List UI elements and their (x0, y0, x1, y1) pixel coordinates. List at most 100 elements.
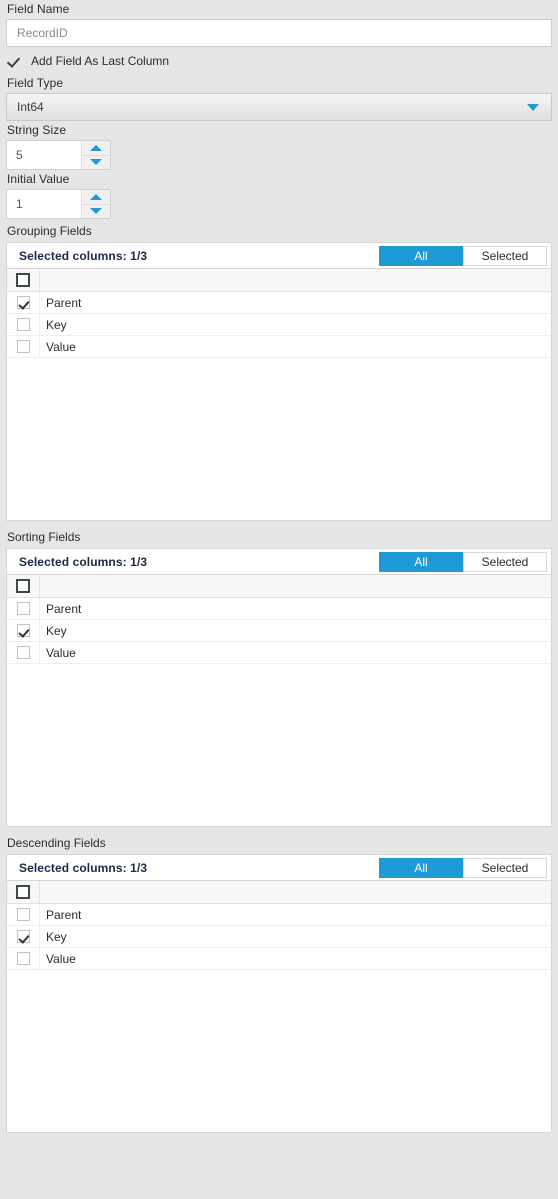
select-all-checkbox[interactable] (7, 881, 40, 903)
triangle-down-icon (90, 159, 102, 166)
string-size-increment-button[interactable] (82, 141, 110, 155)
row-checkbox[interactable] (7, 292, 40, 313)
table-row[interactable]: Value (7, 642, 551, 664)
column-list: Parent Key Value (6, 574, 552, 827)
initial-value-label: Initial Value (7, 172, 70, 186)
field-name-input[interactable]: RecordID (6, 19, 552, 47)
table-row[interactable]: Value (7, 948, 551, 970)
row-checkbox[interactable] (7, 620, 40, 641)
selected-columns-summary: Selected columns: 1/3 (19, 554, 148, 569)
selected-columns-bar: Selected columns: 1/3 All Selected (6, 242, 552, 268)
column-list-header (7, 881, 551, 904)
table-row[interactable]: Key (7, 620, 551, 642)
row-label: Value (46, 339, 76, 354)
add-field-as-last-column-checkbox[interactable]: Add Field As Last Column (7, 51, 552, 71)
checkbox-icon (16, 646, 30, 659)
initial-value-value: 1 (16, 197, 23, 211)
checkmark-icon (16, 930, 30, 943)
initial-value-increment-button[interactable] (82, 190, 110, 204)
section-sorting-fields: Sorting Fields Selected columns: 1/3 All Se… (6, 527, 552, 827)
section-title: Sorting Fields (7, 530, 81, 544)
section-descending-fields: Descending Fields Selected columns: 1/3 Al… (6, 833, 552, 1133)
checkbox-icon (16, 318, 30, 331)
table-row[interactable]: Value (7, 336, 551, 358)
row-label: Key (46, 317, 67, 332)
filter-toggle-group: All Selected (379, 551, 547, 572)
column-list-header (7, 575, 551, 598)
field-type-value: Int64 (17, 100, 44, 114)
row-label: Value (46, 645, 76, 660)
filter-all-button[interactable]: All (379, 857, 463, 878)
string-size-stepper[interactable]: 5 (6, 140, 111, 170)
checkbox-icon (16, 602, 30, 615)
string-size-label: String Size (7, 123, 67, 137)
string-size-value: 5 (16, 148, 23, 162)
column-list-empty-area (7, 970, 551, 1132)
field-sections: Grouping Fields Selected columns: 1/3 All S… (6, 221, 552, 1133)
table-row[interactable]: Key (7, 926, 551, 948)
row-checkbox[interactable] (7, 948, 40, 969)
column-list-empty-area (7, 664, 551, 826)
checkmark-icon (7, 53, 23, 69)
row-label: Key (46, 623, 67, 638)
row-label: Parent (46, 601, 82, 616)
filter-selected-button[interactable]: Selected (463, 857, 547, 878)
triangle-up-icon (90, 144, 102, 151)
table-row[interactable]: Parent (7, 598, 551, 620)
row-checkbox[interactable] (7, 314, 40, 335)
column-list-header (7, 269, 551, 292)
section-title: Grouping Fields (7, 224, 92, 238)
row-label: Parent (46, 295, 82, 310)
row-checkbox[interactable] (7, 336, 40, 357)
row-checkbox[interactable] (7, 904, 40, 925)
filter-toggle-group: All Selected (379, 857, 547, 878)
table-row[interactable]: Parent (7, 292, 551, 314)
checkmark-icon (16, 296, 30, 309)
column-list: Parent Key Value (6, 268, 552, 521)
selected-columns-bar: Selected columns: 1/3 All Selected (6, 854, 552, 880)
checkbox-icon (16, 579, 30, 593)
select-all-checkbox[interactable] (7, 575, 40, 597)
selected-columns-summary: Selected columns: 1/3 (19, 860, 148, 875)
row-label: Value (46, 951, 76, 966)
row-label: Parent (46, 907, 82, 922)
column-list-empty-area (7, 358, 551, 520)
initial-value-decrement-button[interactable] (82, 203, 110, 218)
string-size-stepper-buttons (81, 141, 110, 169)
checkmark-icon (16, 624, 30, 637)
string-size-decrement-button[interactable] (82, 154, 110, 169)
column-list: Parent Key Value (6, 880, 552, 1133)
row-checkbox[interactable] (7, 598, 40, 619)
filter-selected-button[interactable]: Selected (463, 245, 547, 266)
filter-toggle-group: All Selected (379, 245, 547, 266)
add-field-as-last-column-label: Add Field As Last Column (31, 54, 170, 68)
filter-all-button[interactable]: All (379, 551, 463, 572)
checkbox-icon (16, 908, 30, 921)
checkbox-icon (16, 952, 30, 965)
checkbox-icon (16, 340, 30, 353)
initial-value-stepper-buttons (81, 190, 110, 218)
filter-selected-button[interactable]: Selected (463, 551, 547, 572)
field-name-value: RecordID (17, 26, 68, 40)
triangle-up-icon (90, 193, 102, 200)
field-configuration-panel: Field Name RecordID Add Field As Last Co… (0, 0, 558, 1199)
row-label: Key (46, 929, 67, 944)
initial-value-stepper[interactable]: 1 (6, 189, 111, 219)
selected-columns-summary: Selected columns: 1/3 (19, 248, 148, 263)
row-checkbox[interactable] (7, 926, 40, 947)
section-grouping-fields: Grouping Fields Selected columns: 1/3 All S… (6, 221, 552, 521)
selected-columns-bar: Selected columns: 1/3 All Selected (6, 548, 552, 574)
filter-all-button[interactable]: All (379, 245, 463, 266)
checkbox-icon (16, 273, 30, 287)
triangle-down-icon (90, 208, 102, 215)
chevron-down-icon (527, 103, 539, 111)
field-name-label: Field Name (7, 2, 70, 16)
table-row[interactable]: Key (7, 314, 551, 336)
row-checkbox[interactable] (7, 642, 40, 663)
checkbox-icon (16, 885, 30, 899)
table-row[interactable]: Parent (7, 904, 551, 926)
select-all-checkbox[interactable] (7, 269, 40, 291)
field-type-label: Field Type (7, 76, 64, 90)
field-type-dropdown[interactable]: Int64 (6, 93, 552, 121)
section-title: Descending Fields (7, 836, 106, 850)
